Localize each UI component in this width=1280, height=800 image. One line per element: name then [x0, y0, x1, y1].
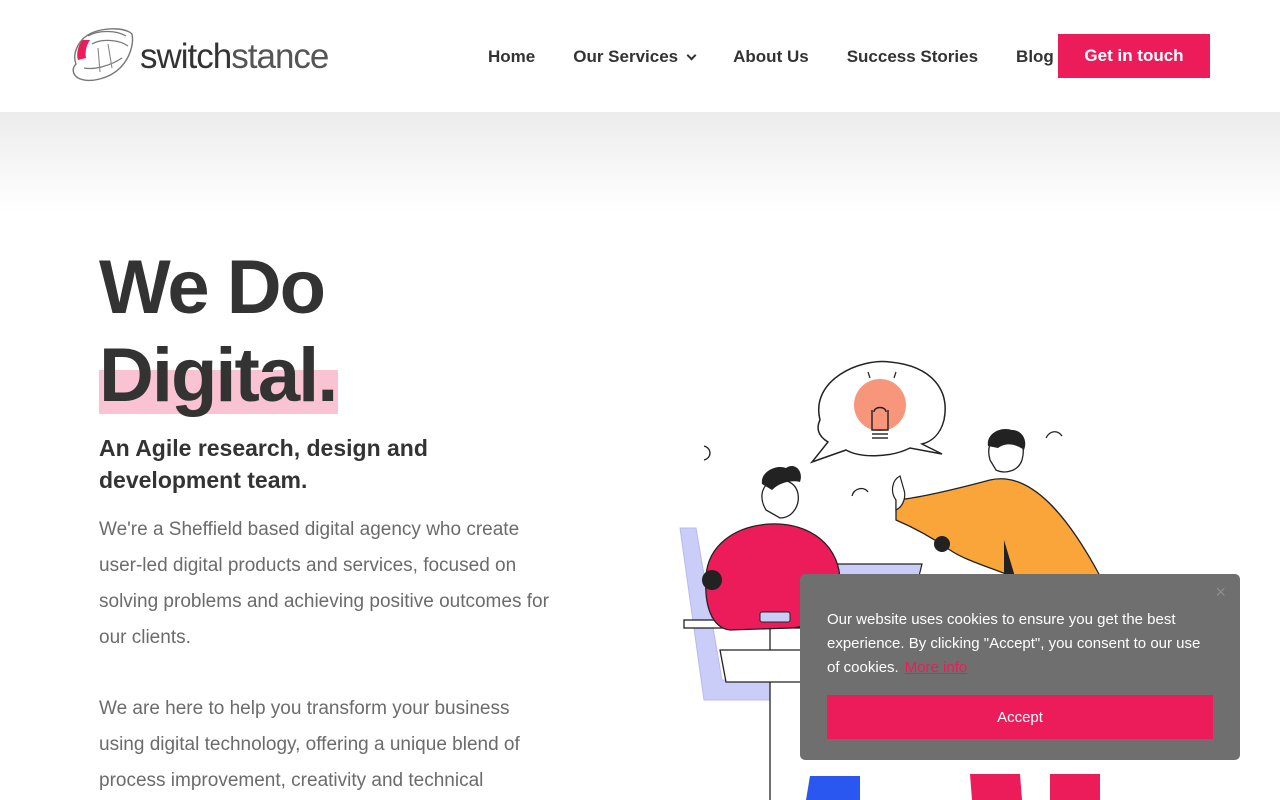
nav-blog[interactable]: Blog	[1016, 47, 1054, 67]
cookie-accept-button[interactable]: Accept	[827, 695, 1213, 739]
hero-paragraph-1: We're a Sheffield based digital agency w…	[99, 519, 549, 648]
logo-wordmark-bold: switch	[140, 37, 232, 76]
nav-about-us[interactable]: About Us	[733, 47, 809, 67]
nav-success-stories[interactable]: Success Stories	[847, 47, 978, 67]
close-icon[interactable]: ×	[1215, 582, 1226, 603]
hero-title-line1: We Do	[99, 245, 326, 330]
header-shadow-band	[0, 112, 1280, 212]
get-in-touch-button[interactable]: Get in touch	[1058, 34, 1210, 78]
cookie-message: Our website uses cookies to ensure you g…	[827, 608, 1217, 680]
nav-home[interactable]: Home	[488, 47, 535, 67]
hero-paragraph-2: We are here to help you transform your b…	[99, 698, 520, 791]
logo-wordmark: switchstance	[140, 37, 329, 77]
cookie-banner: × Our website uses cookies to ensure you…	[800, 574, 1240, 760]
cookie-message-text: Our website uses cookies to ensure you g…	[827, 611, 1201, 676]
hero-title: We Do Digital.	[99, 244, 338, 420]
hero-title-line2-wrap: Digital.	[99, 332, 338, 420]
main-nav: Home Our Services About Us Success Stori…	[488, 46, 1092, 68]
site-logo[interactable]: switchstance	[68, 24, 329, 88]
chevron-down-icon	[686, 50, 697, 60]
site-header: switchstance Home Our Services About Us …	[0, 0, 1280, 112]
hero-title-line2: Digital.	[99, 333, 338, 418]
nav-our-services[interactable]: Our Services	[573, 47, 697, 67]
cookie-more-info-link[interactable]: More info	[905, 659, 968, 676]
nav-our-services-label: Our Services	[573, 47, 679, 66]
logo-wordmark-thin: stance	[231, 37, 329, 76]
logo-mark-icon	[72, 28, 134, 82]
hero-subtitle: An Agile research, design and developmen…	[99, 435, 428, 493]
